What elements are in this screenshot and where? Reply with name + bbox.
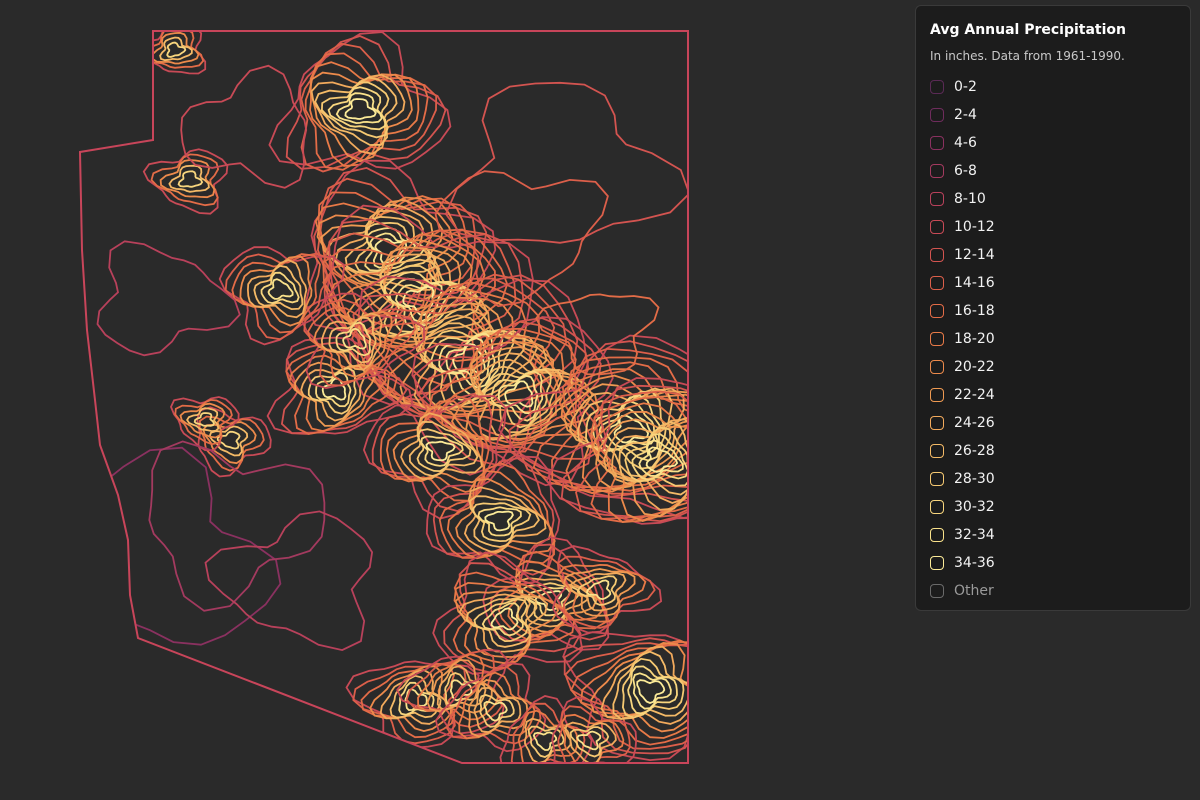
legend-list: 0-2 2-4 4-6 6-8 8-10 10-12 12-14 14-16 1…	[930, 73, 1176, 605]
contour-line	[576, 730, 602, 751]
legend-item-16-18[interactable]: 16-18	[930, 297, 1176, 325]
legend-item-0-2[interactable]: 0-2	[930, 73, 1176, 101]
precipitation-contour-map	[78, 30, 689, 764]
legend-item-label: 10-12	[954, 219, 995, 235]
legend-item-label: 2-4	[954, 107, 977, 123]
legend-checkbox[interactable]	[930, 80, 944, 94]
contour-line	[490, 607, 519, 631]
legend-item-34-36[interactable]: 34-36	[930, 549, 1176, 577]
legend-checkbox[interactable]	[930, 332, 944, 346]
legend-item-label: 26-28	[954, 443, 995, 459]
legend-checkbox[interactable]	[930, 276, 944, 290]
legend-item-other[interactable]: Other	[930, 577, 1176, 605]
contour-line	[142, 148, 229, 215]
legend-checkbox[interactable]	[930, 584, 944, 598]
legend-checkbox[interactable]	[930, 304, 944, 318]
legend-item-label: 30-32	[954, 499, 995, 515]
legend-item-28-30[interactable]: 28-30	[930, 465, 1176, 493]
legend-item-2-4[interactable]: 2-4	[930, 101, 1176, 129]
contour-line	[636, 679, 666, 704]
legend-item-label: 8-10	[954, 191, 986, 207]
contour-line	[204, 510, 374, 652]
legend-item-30-32[interactable]: 30-32	[930, 493, 1176, 521]
legend-checkbox[interactable]	[930, 164, 944, 178]
contour-lines	[80, 31, 688, 763]
legend-subtitle: In inches. Data from 1961-1990.	[930, 49, 1125, 63]
legend-checkbox[interactable]	[930, 444, 944, 458]
legend-item-label: 4-6	[954, 135, 977, 151]
contour-line	[180, 64, 308, 189]
legend-item-14-16[interactable]: 14-16	[930, 269, 1176, 297]
legend-checkbox[interactable]	[930, 192, 944, 206]
legend-item-label: 34-36	[954, 555, 995, 571]
contour-line	[535, 293, 660, 376]
contour-line	[96, 240, 241, 357]
legend-checkbox[interactable]	[930, 220, 944, 234]
legend-item-20-22[interactable]: 20-22	[930, 353, 1176, 381]
legend-item-22-24[interactable]: 22-24	[930, 381, 1176, 409]
legend-item-10-12[interactable]: 10-12	[930, 213, 1176, 241]
legend-checkbox[interactable]	[930, 472, 944, 486]
legend-item-label: 22-24	[954, 387, 995, 403]
contour-line	[148, 440, 326, 612]
legend-checkbox[interactable]	[930, 136, 944, 150]
legend-item-6-8[interactable]: 6-8	[930, 157, 1176, 185]
legend-checkbox[interactable]	[930, 360, 944, 374]
legend-title: Avg Annual Precipitation	[930, 22, 1127, 38]
legend-item-label: 32-34	[954, 527, 995, 543]
legend-item-label: 12-14	[954, 247, 995, 263]
legend-checkbox[interactable]	[930, 556, 944, 570]
contour-line	[268, 31, 452, 170]
legend-item-label: 6-8	[954, 163, 977, 179]
legend-checkbox[interactable]	[930, 248, 944, 262]
contour-line	[545, 377, 688, 525]
contour-line	[575, 390, 688, 520]
legend-item-12-14[interactable]: 12-14	[930, 241, 1176, 269]
legend-checkbox[interactable]	[930, 388, 944, 402]
legend-checkbox[interactable]	[930, 108, 944, 122]
legend-item-label: 24-26	[954, 415, 995, 431]
legend-item-24-26[interactable]: 24-26	[930, 409, 1176, 437]
legend-item-label: 16-18	[954, 303, 995, 319]
legend-item-4-6[interactable]: 4-6	[930, 129, 1176, 157]
legend-checkbox[interactable]	[930, 500, 944, 514]
legend-item-32-34[interactable]: 32-34	[930, 521, 1176, 549]
legend-item-label: 14-16	[954, 275, 995, 291]
legend-item-18-20[interactable]: 18-20	[930, 325, 1176, 353]
legend-checkbox[interactable]	[930, 528, 944, 542]
legend-item-label: Other	[954, 583, 994, 599]
contour-line	[267, 278, 294, 300]
legend-item-26-28[interactable]: 26-28	[930, 437, 1176, 465]
legend-item-label: 28-30	[954, 471, 995, 487]
legend-checkbox[interactable]	[930, 416, 944, 430]
legend-item-8-10[interactable]: 8-10	[930, 185, 1176, 213]
legend-item-label: 20-22	[954, 359, 995, 375]
legend-panel: Avg Annual Precipitation In inches. Data…	[915, 5, 1191, 611]
contour-line	[444, 81, 688, 244]
legend-item-label: 18-20	[954, 331, 995, 347]
contour-line	[168, 164, 210, 193]
legend-item-label: 0-2	[954, 79, 977, 95]
contour-line	[177, 170, 204, 188]
